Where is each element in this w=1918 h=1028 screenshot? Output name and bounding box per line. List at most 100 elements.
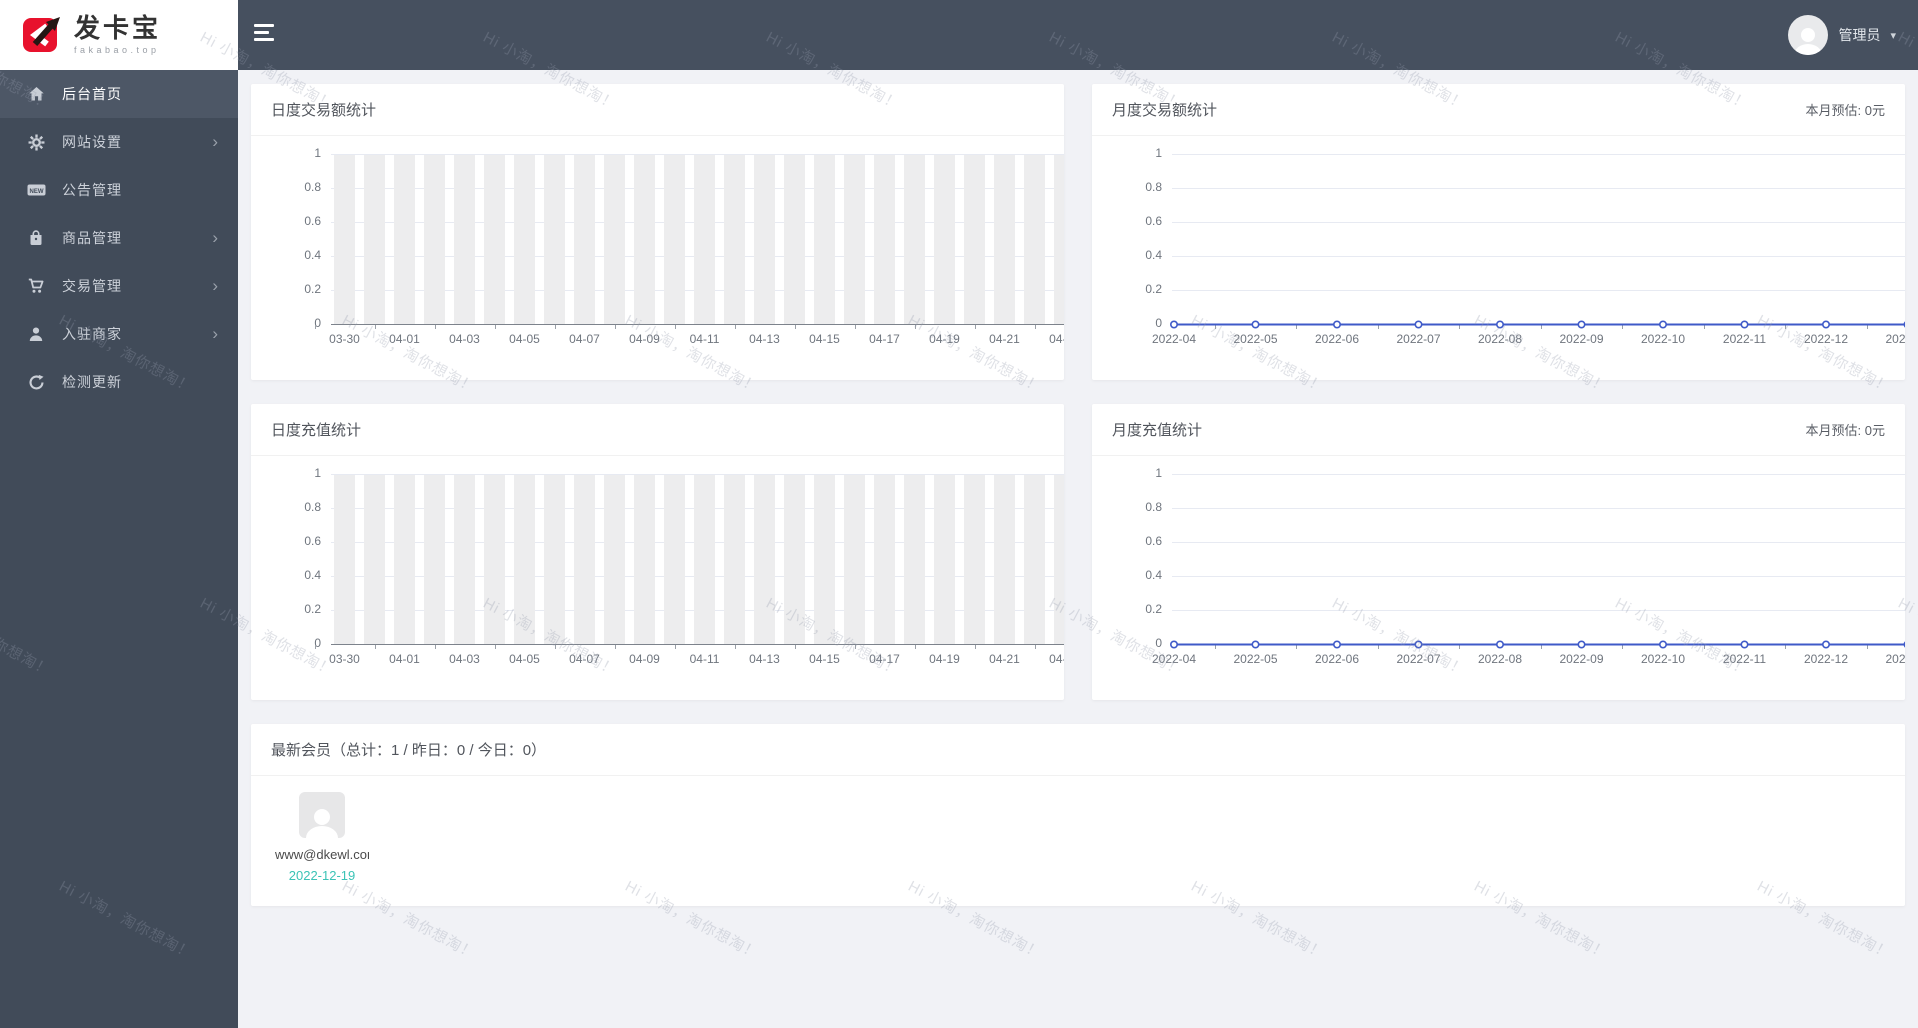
latest-members-card: 最新会员（总计：1 / 昨日：0 / 今日：0） www@dkewl.com 20…	[251, 724, 1905, 906]
x-axis-label: 04-21	[989, 332, 1020, 346]
chart-plot-area: 0 0.2 0.4 0.6 0.8 1 2022-04 2022-05 2022-06 2022-…	[1092, 456, 1905, 699]
bar-background-stripe	[634, 155, 655, 324]
brand-domain: fakabao.top	[74, 44, 160, 55]
sidebar-item-商品管理[interactable]: 商品管理 ›	[0, 214, 238, 262]
chart-title: 月度充值统计	[1112, 422, 1203, 439]
bar-background-stripe	[694, 475, 715, 644]
x-axis-label: 04-01	[389, 332, 420, 346]
monthly-estimate-label: 本月预估: 0元	[1805, 423, 1885, 438]
x-axis-label: 04-05	[509, 652, 540, 666]
members-list: www@dkewl.com 2022-12-19	[251, 776, 1905, 899]
cart-icon	[26, 278, 46, 294]
x-axis-label: 04-09	[629, 652, 660, 666]
bar-background-stripe	[754, 155, 775, 324]
gear-icon	[26, 134, 46, 151]
chart-plot-area: 0 0.2 0.4 0.6 0.8 1 03-30 04-01 04-03 04-05 04-07 0…	[251, 136, 1064, 379]
y-axis-label: 0.4	[304, 248, 321, 262]
x-axis-tick	[494, 645, 496, 649]
x-axis-label: 04-03	[449, 652, 480, 666]
sidebar-item-入驻商家[interactable]: 入驻商家 ›	[0, 310, 238, 358]
menu-toggle-button[interactable]	[254, 24, 280, 46]
sidebar-item-label: 交易管理	[62, 278, 122, 294]
x-axis-tick	[674, 325, 676, 329]
y-axis-label: 0.8	[304, 500, 321, 514]
x-axis-tick	[734, 645, 736, 649]
username-label: 管理员	[1838, 27, 1881, 43]
x-axis-tick	[914, 645, 916, 649]
bar-background-stripe	[784, 475, 805, 644]
user-menu[interactable]: 管理员 ▾	[1788, 0, 1896, 70]
y-axis-label: 0	[314, 316, 321, 330]
monthly-estimate-label: 本月预估: 0元	[1805, 103, 1885, 118]
x-axis-label: 04-15	[809, 652, 840, 666]
new-badge-icon: NEW	[26, 182, 46, 198]
sidebar-item-网站设置[interactable]: 网站设置 ›	[0, 118, 238, 166]
bar-background-stripe	[424, 475, 445, 644]
y-axis-label: 0.2	[304, 282, 321, 296]
chart-title: 月度交易额统计	[1112, 102, 1218, 119]
x-axis-label: 04-19	[929, 332, 960, 346]
bar-background-stripe	[964, 155, 985, 324]
sidebar-item-label: 检测更新	[62, 374, 122, 390]
sidebar-item-后台首页[interactable]: 后台首页	[0, 70, 238, 118]
x-axis-tick	[674, 645, 676, 649]
bar-background-stripe	[844, 155, 865, 324]
bar-background-stripe	[364, 155, 385, 324]
bar-background-stripe	[994, 475, 1015, 644]
bar-background-stripe	[784, 155, 805, 324]
brand-logo-icon	[23, 17, 60, 52]
x-axis-label: 03-30	[329, 652, 360, 666]
x-axis-tick	[854, 645, 856, 649]
x-axis-tick	[974, 645, 976, 649]
y-axis-label: 1	[314, 146, 321, 160]
x-axis-line	[331, 644, 1064, 645]
x-axis-label: 04-07	[569, 332, 600, 346]
user-avatar-icon	[1788, 15, 1829, 55]
bar-background-stripe	[1024, 155, 1045, 324]
bar-background-stripe	[634, 475, 655, 644]
sidebar-item-交易管理[interactable]: 交易管理 ›	[0, 262, 238, 310]
chevron-right-icon: ›	[212, 276, 218, 295]
sidebar-item-公告管理[interactable]: NEW 公告管理	[0, 166, 238, 214]
sidebar: 后台首页 网站设置 › NEW 公告管理 商品管理 › 交易管理 › 入驻商家 › 检测更新	[0, 70, 238, 1028]
x-axis-label: 04-09	[629, 332, 660, 346]
chart-plot-area: 0 0.2 0.4 0.6 0.8 1 03-30 04-01 04-03 04-05 04-07 0…	[251, 456, 1064, 699]
bar-background-stripe	[664, 475, 685, 644]
bar-background-stripe	[814, 155, 835, 324]
bar-background-stripe	[934, 475, 955, 644]
x-axis-label: 04-03	[449, 332, 480, 346]
bar-background-stripe	[604, 475, 625, 644]
sidebar-item-label: 后台首页	[62, 86, 122, 102]
y-axis-label: 0	[314, 636, 321, 650]
bar-background-stripe	[994, 155, 1015, 324]
main-content: 日度交易额统计 0 0.2 0.4 0.6 0.8 1 03-30 04-01 04-03 04-0…	[238, 70, 1918, 1028]
x-axis-line	[331, 324, 1064, 325]
bar-background-stripe	[904, 475, 925, 644]
bar-background-stripe	[514, 475, 535, 644]
bar-background-stripe	[814, 475, 835, 644]
x-axis-tick	[1034, 325, 1036, 329]
home-icon	[26, 86, 46, 102]
y-axis-label: 0.2	[304, 602, 321, 616]
x-axis-label: 04-11	[689, 332, 720, 346]
bar-background-stripe	[1054, 475, 1064, 644]
y-axis-label: 0.4	[304, 568, 321, 582]
chart-card-monthly-sales: 月度交易额统计 本月预估: 0元 0 0.2 0.4 0.6 0.8 1 2022-04 2022…	[1092, 84, 1905, 380]
sidebar-item-检测更新[interactable]: 检测更新	[0, 358, 238, 406]
y-axis-label: 1	[314, 466, 321, 480]
sidebar-item-label: 商品管理	[62, 230, 122, 246]
sidebar-item-label: 入驻商家	[62, 326, 122, 342]
bar-background-stripe	[394, 155, 415, 324]
bar-background-stripe	[904, 155, 925, 324]
y-axis-label: 0.6	[304, 534, 321, 548]
x-axis-label: 04-17	[869, 332, 900, 346]
x-axis-label: 04-11	[689, 652, 720, 666]
y-axis-label: 0.6	[304, 214, 321, 228]
x-axis-tick	[1034, 645, 1036, 649]
bar-background-stripe	[334, 155, 355, 324]
bar-background-stripe	[394, 475, 415, 644]
bar-background-stripe	[454, 155, 475, 324]
x-axis-tick	[434, 325, 436, 329]
member-item[interactable]: www@dkewl.com 2022-12-19	[275, 792, 369, 883]
x-axis-tick	[554, 645, 556, 649]
